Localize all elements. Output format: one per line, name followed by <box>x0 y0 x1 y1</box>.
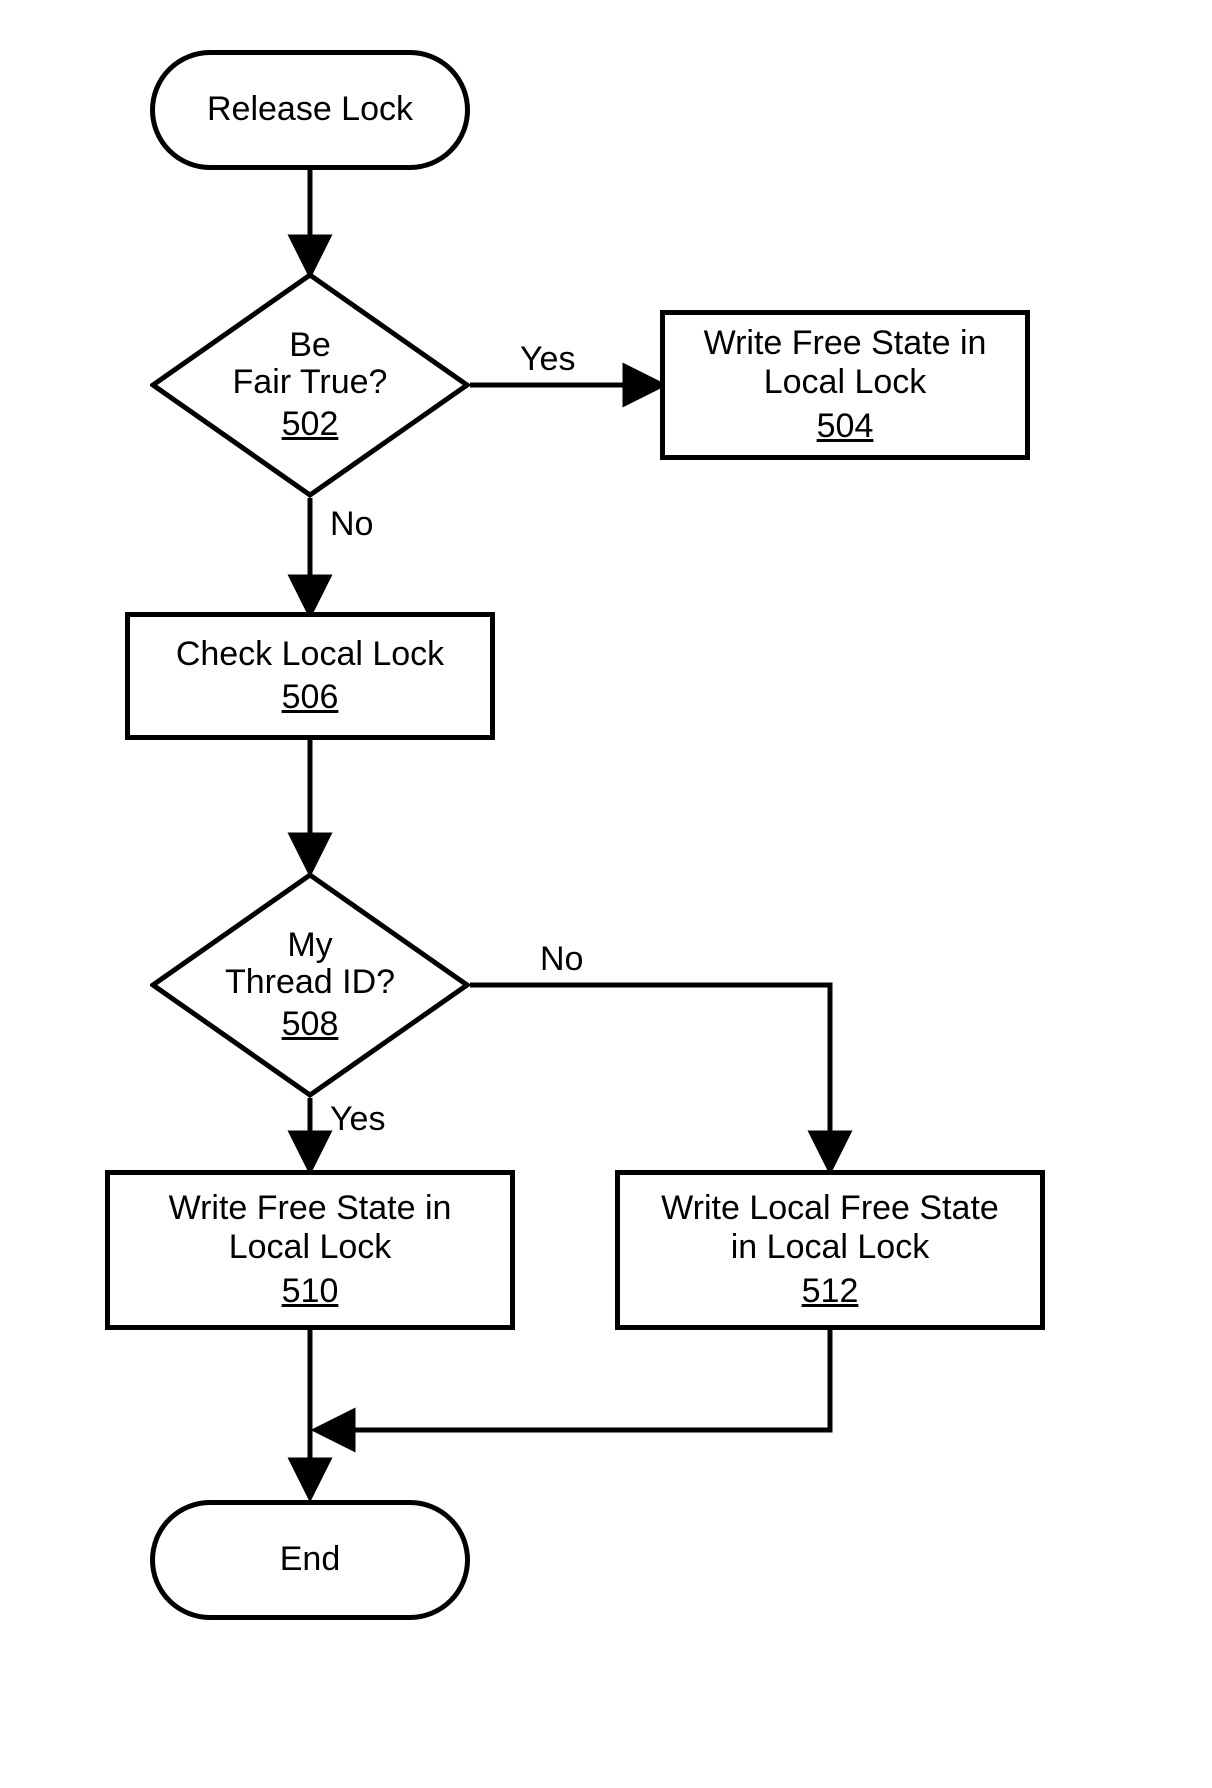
decision-502-line2: Fair True? <box>233 364 388 401</box>
start-label: Release Lock <box>207 90 413 129</box>
process-write-free-state-510: Write Free State in Local Lock 510 <box>105 1170 515 1330</box>
process-check-local-lock: Check Local Lock 506 <box>125 612 495 740</box>
edge-label-d1-yes: Yes <box>520 340 575 379</box>
end-label: End <box>280 1540 341 1579</box>
decision-502-line1: Be <box>289 327 331 364</box>
process-510-ref: 510 <box>282 1272 339 1311</box>
decision-508-ref: 508 <box>282 1006 339 1043</box>
flowchart: Release Lock Be Fair True? 502 Write Fre… <box>0 0 1212 1788</box>
edge-label-d2-yes: Yes <box>330 1100 385 1139</box>
process-506-ref: 506 <box>282 678 339 717</box>
terminator-start: Release Lock <box>150 50 470 170</box>
process-510-label: Write Free State in Local Lock <box>169 1189 452 1267</box>
decision-508-line1: My <box>287 927 332 964</box>
process-504-label: Write Free State in Local Lock <box>704 324 987 402</box>
decision-508-line2: Thread ID? <box>225 964 395 1001</box>
process-write-free-state-504: Write Free State in Local Lock 504 <box>660 310 1030 460</box>
process-504-ref: 504 <box>817 407 874 446</box>
process-506-label: Check Local Lock <box>176 635 444 674</box>
decision-be-fair-true: Be Fair True? 502 <box>150 272 470 498</box>
process-512-label: Write Local Free State in Local Lock <box>661 1189 999 1267</box>
edge-label-d1-no: No <box>330 505 373 544</box>
terminator-end: End <box>150 1500 470 1620</box>
process-512-ref: 512 <box>802 1272 859 1311</box>
decision-my-thread-id: My Thread ID? 508 <box>150 872 470 1098</box>
decision-502-ref: 502 <box>282 406 339 443</box>
process-write-local-free-state-512: Write Local Free State in Local Lock 512 <box>615 1170 1045 1330</box>
edge-label-d2-no: No <box>540 940 583 979</box>
